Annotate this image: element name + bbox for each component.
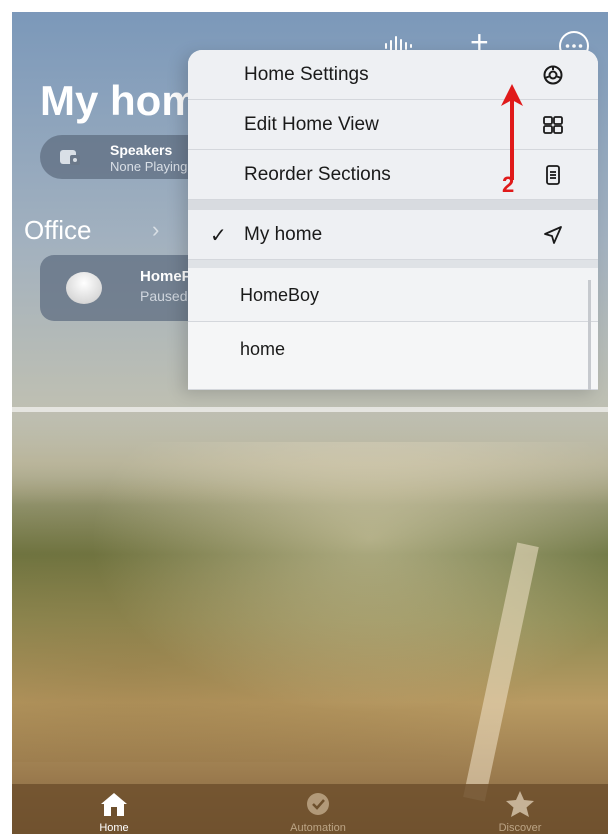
menu-item-home-homeboy[interactable]: HomeBoy (188, 268, 598, 322)
menu-item-home-settings[interactable]: Home Settings (188, 50, 598, 100)
tab-automation[interactable]: Automation (258, 784, 378, 834)
menu-scrollbar[interactable] (588, 280, 591, 390)
menu-separator (188, 200, 598, 210)
tab-home[interactable]: Home (54, 784, 174, 834)
menu-item-label: Reorder Sections (244, 164, 391, 185)
section-title[interactable]: Office (24, 215, 91, 246)
annotation-step-number: 2 (502, 172, 515, 197)
menu-item-label: Edit Home View (244, 114, 379, 135)
homepod-icon (66, 272, 102, 304)
menu-item-label: My home (244, 224, 323, 245)
menu-item-home-my-home[interactable]: ✓ My home (188, 210, 598, 260)
house-icon (101, 793, 127, 816)
tab-label: Discover (498, 822, 542, 834)
gear-icon (543, 65, 563, 85)
menu-divider (188, 260, 598, 268)
tab-label: Home (99, 822, 129, 834)
menu-item-home-home[interactable]: home (188, 322, 598, 390)
speakers-title: Speakers (110, 142, 173, 158)
accessory-status: Paused (140, 288, 188, 304)
menu-item-label: home (240, 339, 286, 359)
speakers-status: None Playing (110, 159, 188, 174)
menu-item-reorder-sections[interactable]: Reorder Sections (188, 150, 598, 200)
speaker-icon (60, 150, 80, 165)
annotation-arrow-icon (501, 84, 523, 180)
tab-bar: Home Automation Discover (12, 784, 608, 834)
tab-label: Automation (290, 822, 346, 834)
list-icon (546, 165, 560, 185)
menu-item-edit-home-view[interactable]: Edit Home View (188, 100, 598, 150)
chevron-right-icon[interactable]: › (152, 217, 159, 243)
star-icon (506, 791, 534, 817)
grid-icon (543, 116, 563, 134)
menu-item-label: HomeBoy (240, 285, 320, 305)
menu-item-label: Home Settings (244, 64, 369, 85)
automation-icon (307, 793, 329, 815)
checkmark-icon: ✓ (210, 225, 227, 247)
tab-discover[interactable]: Discover (460, 784, 580, 834)
home-dropdown-menu: Home Settings Edit Home View Reorder Sec… (188, 50, 598, 390)
location-arrow-icon (544, 226, 562, 244)
